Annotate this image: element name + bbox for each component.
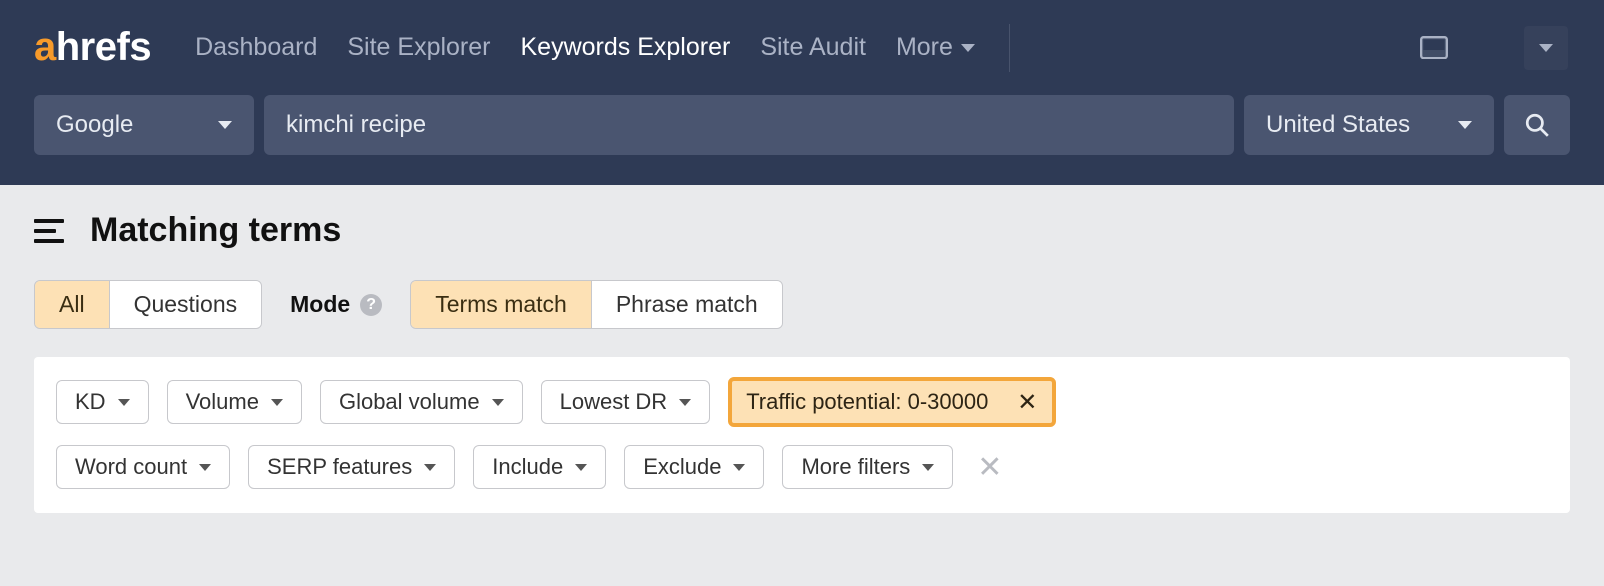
chevron-down-icon xyxy=(679,399,691,406)
country-select[interactable]: United States xyxy=(1244,95,1494,155)
chevron-down-icon xyxy=(271,399,283,406)
help-icon[interactable]: ? xyxy=(360,294,382,316)
type-tabs: All Questions xyxy=(34,280,262,329)
tab-row: All Questions Mode ? Terms match Phrase … xyxy=(34,280,1570,329)
nav-more[interactable]: More xyxy=(896,33,975,62)
sidebar-toggle-icon[interactable] xyxy=(34,219,64,243)
clear-filters-icon[interactable]: ✕ xyxy=(971,450,1008,485)
filter-include[interactable]: Include xyxy=(473,445,606,489)
chevron-down-icon xyxy=(218,121,232,129)
filter-label: KD xyxy=(75,389,106,415)
filter-panel: KD Volume Global volume Lowest DR Traffi… xyxy=(34,357,1570,513)
brand-logo-rest: hrefs xyxy=(56,25,151,70)
filter-label: Volume xyxy=(186,389,259,415)
nav-site-audit[interactable]: Site Audit xyxy=(760,33,866,62)
filter-label: Lowest DR xyxy=(560,389,668,415)
page-body: Matching terms All Questions Mode ? Term… xyxy=(0,185,1604,539)
keyword-input-wrapper[interactable] xyxy=(264,95,1234,155)
chevron-down-icon xyxy=(1458,121,1472,129)
close-icon[interactable]: ✕ xyxy=(1016,391,1038,413)
chevron-down-icon xyxy=(961,44,975,52)
filter-lowest-dr[interactable]: Lowest DR xyxy=(541,380,711,424)
filter-row-2: Word count SERP features Include Exclude… xyxy=(56,445,1548,489)
nav-site-explorer[interactable]: Site Explorer xyxy=(347,33,490,62)
filter-label: Include xyxy=(492,454,563,480)
nav-row: ahrefs Dashboard Site Explorer Keywords … xyxy=(0,0,1604,95)
keyword-input[interactable] xyxy=(286,111,1212,139)
filter-word-count[interactable]: Word count xyxy=(56,445,230,489)
notifications-icon[interactable] xyxy=(1420,36,1448,60)
nav-more-label: More xyxy=(896,33,953,62)
filter-serp-features[interactable]: SERP features xyxy=(248,445,455,489)
chevron-down-icon xyxy=(1539,44,1553,52)
search-row: Google United States xyxy=(0,95,1604,179)
filter-label: Global volume xyxy=(339,389,480,415)
user-menu-button[interactable] xyxy=(1524,26,1568,70)
chevron-down-icon xyxy=(118,399,130,406)
search-engine-select[interactable]: Google xyxy=(34,95,254,155)
search-button[interactable] xyxy=(1504,95,1570,155)
tab-terms-match[interactable]: Terms match xyxy=(411,281,592,328)
filter-label: More filters xyxy=(801,454,910,480)
chevron-down-icon xyxy=(492,399,504,406)
filter-label: SERP features xyxy=(267,454,412,480)
filter-kd[interactable]: KD xyxy=(56,380,149,424)
filter-label: Traffic potential: 0-30000 xyxy=(746,389,988,415)
page-title: Matching terms xyxy=(90,211,341,250)
mode-tabs: Terms match Phrase match xyxy=(410,280,783,329)
filter-traffic-potential[interactable]: Traffic potential: 0-30000 ✕ xyxy=(728,377,1056,427)
mode-label-text: Mode xyxy=(290,291,350,318)
chevron-down-icon xyxy=(733,464,745,471)
chevron-down-icon xyxy=(922,464,934,471)
nav-separator xyxy=(1009,24,1010,72)
nav-keywords-explorer[interactable]: Keywords Explorer xyxy=(521,33,731,62)
nav-dashboard[interactable]: Dashboard xyxy=(195,33,317,62)
filter-exclude[interactable]: Exclude xyxy=(624,445,764,489)
tab-phrase-match[interactable]: Phrase match xyxy=(592,281,782,328)
tab-questions[interactable]: Questions xyxy=(110,281,262,328)
tab-all[interactable]: All xyxy=(35,281,110,328)
filter-global-volume[interactable]: Global volume xyxy=(320,380,523,424)
filter-volume[interactable]: Volume xyxy=(167,380,302,424)
chevron-down-icon xyxy=(575,464,587,471)
chevron-down-icon xyxy=(199,464,211,471)
filter-more-filters[interactable]: More filters xyxy=(782,445,953,489)
chevron-down-icon xyxy=(424,464,436,471)
filter-label: Exclude xyxy=(643,454,721,480)
brand-logo-a: a xyxy=(34,25,56,70)
brand-logo[interactable]: ahrefs xyxy=(34,25,151,70)
filter-label: Word count xyxy=(75,454,187,480)
mode-label: Mode ? xyxy=(290,291,382,318)
country-label: United States xyxy=(1266,111,1410,139)
top-bar: ahrefs Dashboard Site Explorer Keywords … xyxy=(0,0,1604,185)
search-engine-label: Google xyxy=(56,111,133,139)
search-icon xyxy=(1524,112,1550,138)
filter-row-1: KD Volume Global volume Lowest DR Traffi… xyxy=(56,377,1548,427)
title-row: Matching terms xyxy=(34,211,1570,250)
